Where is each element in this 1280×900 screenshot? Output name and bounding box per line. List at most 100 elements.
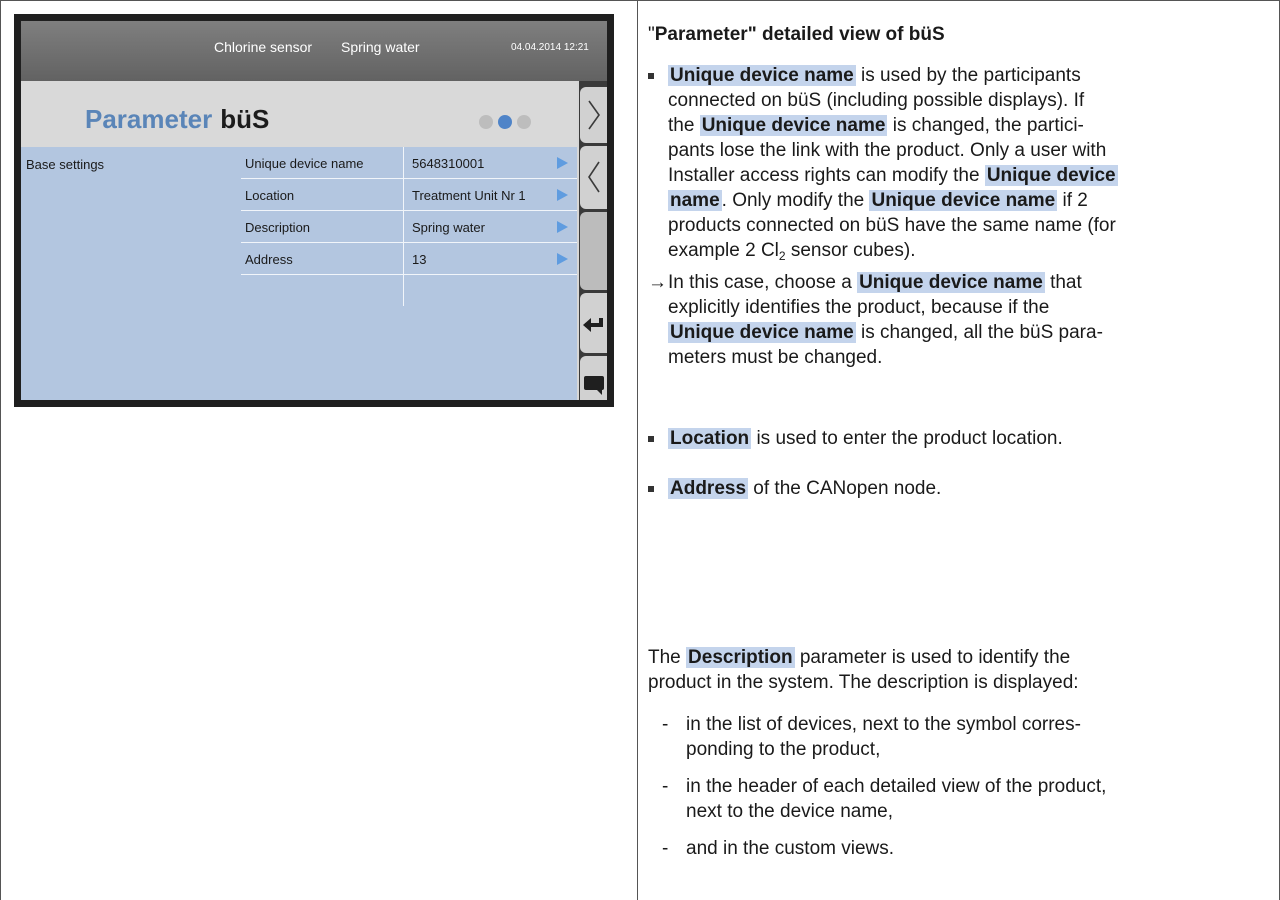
doc-title: "Parameter" detailed view of büS [648, 22, 945, 47]
section-label-base-settings[interactable]: Base settings [26, 157, 104, 172]
doc-title-rest: " detailed view of büS [747, 24, 945, 45]
dash-item-3: - and in the custom views. [648, 836, 1270, 861]
term-highlight: name [668, 190, 722, 211]
doc-title-quote: " [648, 24, 655, 45]
bullet-icon [648, 73, 654, 79]
top-bar: Chlorine sensor Spring water 04.04.2014 … [21, 21, 607, 81]
back-arrow-icon [583, 318, 603, 332]
parameter-value: Treatment Unit Nr 1 [412, 188, 526, 203]
dash-item-2: - in the header of each detailed view of… [648, 774, 1270, 824]
page-dot-3[interactable] [517, 115, 531, 129]
previous-button[interactable] [580, 146, 607, 209]
text-fragment: is used to enter the product location. [751, 428, 1063, 449]
text-line: is used by the participants [855, 65, 1081, 86]
bullet-icon [648, 486, 654, 492]
term-highlight: Address [668, 478, 749, 499]
arrow-note: → In this case, choose a Unique device n… [648, 270, 1270, 380]
parameter-name: Unique device name [245, 156, 364, 171]
arrow-right-icon[interactable] [557, 189, 568, 201]
side-navigation [579, 81, 607, 400]
parameter-value-cell[interactable]: Spring water [403, 211, 578, 242]
parameter-value-cell[interactable]: 5648310001 [403, 147, 578, 178]
page-dot-2[interactable] [498, 115, 512, 129]
text-fragment: of the CANopen node. [748, 478, 942, 499]
text-line: and in the custom views. [686, 838, 895, 859]
scrollbar[interactable] [580, 212, 607, 290]
text-line: products connected on büS have the same … [668, 215, 1116, 236]
column-divider [637, 0, 638, 900]
parameter-row-address[interactable]: Address 13 [241, 243, 577, 275]
view-title-bar: Parameter büS [21, 81, 577, 147]
text-line: in the list of devices, next to the symb… [686, 714, 1081, 735]
text-line: meters must be changed. [668, 347, 883, 368]
text-fragment: parameter is used to identify the [794, 647, 1071, 668]
text-fragment: if 2 [1057, 190, 1088, 211]
term-highlight: Unique device name [699, 115, 888, 136]
page-dot-1[interactable] [479, 115, 493, 129]
text-line: explicitly identifies the product, becau… [668, 297, 1050, 318]
next-button[interactable] [580, 87, 607, 143]
parameter-value: 5648310001 [412, 156, 485, 171]
bullet-unique-device-name: Unique device name is used by the partic… [648, 63, 1270, 263]
text-fragment: example 2 Cl [668, 240, 779, 261]
text-fragment: that [1044, 272, 1082, 293]
page-border-top [0, 0, 1280, 1]
parameter-row-unique-device-name[interactable]: Unique device name 5648310001 [241, 147, 577, 179]
parameter-panel: Base settings Unique device name 5648310… [21, 147, 577, 400]
subscript: 2 [778, 249, 786, 263]
dash-marker: - [662, 776, 669, 797]
term-highlight: Location [668, 428, 752, 449]
chevron-right-icon [588, 100, 600, 130]
arrow-right-icon[interactable] [557, 157, 568, 169]
dash-marker: - [662, 714, 669, 735]
term-highlight: Unique device name [869, 190, 1058, 211]
text-fragment: is changed, all the büS para- [855, 322, 1103, 343]
text-fragment: . Only modify the [721, 190, 870, 211]
device-description-label: Spring water [341, 39, 420, 55]
arrow-right-icon: → [648, 272, 667, 293]
bullet-location: Location is used to enter the product lo… [648, 426, 1270, 451]
parameter-value: 13 [412, 252, 427, 267]
text-fragment: the [668, 115, 700, 136]
parameter-row-description[interactable]: Description Spring water [241, 211, 577, 243]
page-indicator [479, 115, 536, 134]
text-line: next to the device name, [686, 801, 894, 822]
device-name-label: Chlorine sensor [214, 39, 313, 55]
text-line: product in the system. The description i… [648, 672, 1079, 693]
term-highlight: Unique device name [668, 65, 856, 86]
arrow-right-icon[interactable] [557, 221, 568, 233]
page-title-suffix: büS [220, 104, 270, 134]
text-line: ponding to the product, [686, 739, 881, 760]
parameter-row-location[interactable]: Location Treatment Unit Nr 1 [241, 179, 577, 211]
description-paragraph: The Description parameter is used to ide… [648, 645, 1270, 695]
doc-title-term: Parameter [654, 24, 748, 45]
message-button[interactable] [580, 356, 607, 400]
parameter-value: Spring water [412, 220, 485, 235]
parameter-name: Address [245, 252, 293, 267]
parameter-name: Location [245, 188, 295, 203]
text-fragment: Installer access rights can modify the [668, 165, 985, 186]
parameter-value-cell[interactable]: 13 [403, 243, 578, 274]
page-title: Parameter büS [85, 104, 269, 135]
text-line: in the header of each detailed view of t… [686, 776, 1107, 797]
text-fragment: is changed, the partici- [887, 115, 1084, 136]
dash-item-1: - in the list of devices, next to the sy… [648, 712, 1270, 762]
device-display: Chlorine sensor Spring water 04.04.2014 … [14, 14, 614, 407]
arrow-right-icon[interactable] [557, 253, 568, 265]
term-highlight: Unique device [984, 165, 1118, 186]
device-screen: Chlorine sensor Spring water 04.04.2014 … [21, 21, 607, 400]
parameter-row-empty [241, 275, 577, 306]
parameter-value-cell[interactable]: Treatment Unit Nr 1 [403, 179, 578, 210]
dash-marker: - [662, 838, 669, 859]
chevron-left-icon [588, 161, 600, 193]
text-line: pants lose the link with the product. On… [668, 140, 1107, 161]
back-button[interactable] [580, 293, 607, 353]
text-fragment: The [648, 647, 687, 668]
parameter-table: Unique device name 5648310001 Location T… [241, 147, 577, 306]
text-fragment: In this case, choose a [668, 272, 858, 293]
message-icon [584, 376, 604, 395]
page-border-left [0, 0, 1, 900]
term-highlight: Unique device name [857, 272, 1045, 293]
parameter-value-cell-empty [403, 275, 578, 306]
text-fragment: sensor cubes). [785, 240, 916, 261]
